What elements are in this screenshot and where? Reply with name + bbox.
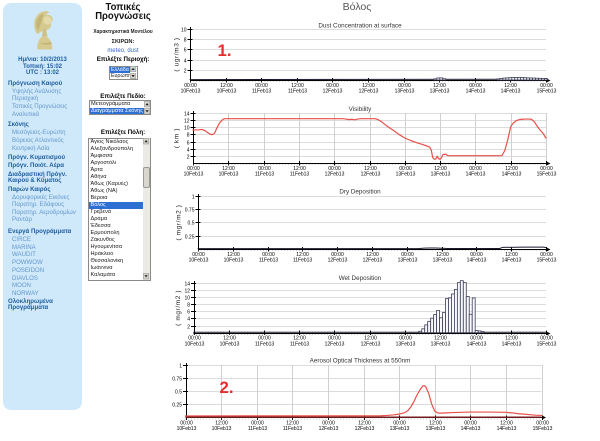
- svg-text:10: 10: [181, 27, 187, 33]
- svg-text:14Feb13: 14Feb13: [467, 258, 487, 264]
- svg-text:( ugr/m3 ): ( ugr/m3 ): [174, 37, 181, 71]
- svg-text:Dust Concentration at surface: Dust Concentration at surface: [318, 22, 402, 29]
- svg-text:2: 2: [187, 154, 190, 160]
- svg-text:11Feb13: 11Feb13: [252, 89, 272, 95]
- svg-text:12Feb13: 12Feb13: [361, 341, 381, 347]
- svg-text:( mgr/m2 ): ( mgr/m2 ): [176, 205, 183, 241]
- svg-text:11Feb13: 11Feb13: [255, 172, 275, 178]
- svg-text:Visibility: Visibility: [349, 106, 372, 113]
- svg-text:11Feb13: 11Feb13: [293, 258, 313, 264]
- svg-text:12Feb13: 12Feb13: [323, 89, 343, 95]
- svg-text:12: 12: [184, 118, 190, 124]
- svg-text:6: 6: [187, 309, 190, 315]
- svg-text:14: 14: [184, 281, 190, 287]
- svg-text:1.: 1.: [218, 41, 232, 60]
- svg-text:13Feb13: 13Feb13: [395, 89, 415, 95]
- svg-text:0.75: 0.75: [185, 207, 195, 213]
- svg-text:11Feb13: 11Feb13: [283, 426, 303, 432]
- svg-text:12Feb13: 12Feb13: [328, 258, 348, 264]
- svg-text:0.75: 0.75: [172, 376, 182, 382]
- svg-text:0.25: 0.25: [172, 402, 182, 408]
- svg-text:14Feb13: 14Feb13: [461, 426, 481, 432]
- svg-text:13Feb13: 13Feb13: [396, 341, 416, 347]
- svg-text:10Feb13: 10Feb13: [219, 172, 239, 178]
- svg-text:Dry Deposition: Dry Deposition: [339, 189, 381, 196]
- svg-text:15Feb13: 15Feb13: [537, 341, 557, 347]
- svg-text:13Feb13: 13Feb13: [390, 426, 410, 432]
- svg-text:12Feb13: 12Feb13: [361, 172, 381, 178]
- svg-text:11Feb13: 11Feb13: [290, 341, 310, 347]
- svg-text:8: 8: [187, 302, 190, 308]
- svg-text:12Feb13: 12Feb13: [355, 426, 375, 432]
- svg-text:6: 6: [184, 47, 187, 53]
- svg-text:14Feb13: 14Feb13: [502, 172, 522, 178]
- svg-text:( mgr/m2 ): ( mgr/m2 ): [175, 290, 182, 326]
- svg-text:11Feb13: 11Feb13: [259, 258, 279, 264]
- svg-text:8: 8: [187, 132, 190, 138]
- svg-text:Βόλος: Βόλος: [343, 1, 372, 13]
- svg-text:11Feb13: 11Feb13: [290, 172, 310, 178]
- svg-text:14Feb13: 14Feb13: [501, 89, 521, 95]
- svg-text:10Feb13: 10Feb13: [224, 258, 244, 264]
- svg-text:10Feb13: 10Feb13: [181, 89, 201, 95]
- svg-text:4: 4: [187, 316, 190, 322]
- svg-text:11Feb13: 11Feb13: [248, 426, 268, 432]
- svg-text:10Feb13: 10Feb13: [220, 341, 240, 347]
- svg-text:10Feb13: 10Feb13: [185, 341, 205, 347]
- svg-text:10Feb13: 10Feb13: [212, 426, 232, 432]
- svg-text:15Feb13: 15Feb13: [533, 426, 553, 432]
- svg-text:12Feb13: 12Feb13: [359, 89, 379, 95]
- svg-text:13Feb13: 13Feb13: [431, 172, 451, 178]
- svg-text:14Feb13: 14Feb13: [466, 172, 486, 178]
- svg-text:12Feb13: 12Feb13: [319, 426, 339, 432]
- svg-text:2.: 2.: [220, 378, 234, 397]
- svg-text:14Feb13: 14Feb13: [466, 89, 486, 95]
- svg-text:14Feb13: 14Feb13: [502, 258, 522, 264]
- svg-text:4: 4: [187, 147, 190, 153]
- svg-text:14Feb13: 14Feb13: [502, 341, 522, 347]
- svg-text:13Feb13: 13Feb13: [430, 89, 450, 95]
- svg-text:1: 1: [179, 363, 182, 369]
- svg-text:12: 12: [184, 288, 190, 294]
- svg-text:13Feb13: 13Feb13: [433, 258, 453, 264]
- svg-text:14: 14: [184, 111, 190, 117]
- svg-text:12Feb13: 12Feb13: [363, 258, 383, 264]
- svg-text:15Feb13: 15Feb13: [537, 258, 557, 264]
- svg-text:2: 2: [187, 324, 190, 330]
- svg-text:12Feb13: 12Feb13: [325, 341, 345, 347]
- svg-text:0.5: 0.5: [188, 220, 195, 226]
- svg-text:14Feb13: 14Feb13: [467, 341, 487, 347]
- svg-text:13Feb13: 13Feb13: [396, 172, 416, 178]
- svg-text:13Feb13: 13Feb13: [398, 258, 418, 264]
- svg-text:10Feb13: 10Feb13: [184, 172, 204, 178]
- svg-text:0.5: 0.5: [175, 389, 182, 395]
- svg-text:10: 10: [184, 125, 190, 131]
- svg-text:11Feb13: 11Feb13: [288, 89, 308, 95]
- svg-text:10Feb13: 10Feb13: [189, 258, 209, 264]
- svg-text:11Feb13: 11Feb13: [255, 341, 275, 347]
- svg-text:10Feb13: 10Feb13: [177, 426, 197, 432]
- svg-text:10: 10: [184, 295, 190, 301]
- svg-text:8: 8: [184, 37, 187, 43]
- svg-text:4: 4: [184, 58, 187, 64]
- svg-text:2: 2: [184, 68, 187, 74]
- svg-text:12Feb13: 12Feb13: [325, 172, 345, 178]
- svg-text:13Feb13: 13Feb13: [426, 426, 446, 432]
- svg-text:13Feb13: 13Feb13: [431, 341, 451, 347]
- svg-text:6: 6: [187, 140, 190, 146]
- svg-text:Aerosol Optical Thickness at 5: Aerosol Optical Thickness at 550nm: [310, 358, 411, 365]
- svg-text:15Feb13: 15Feb13: [537, 172, 557, 178]
- svg-text:1: 1: [192, 194, 195, 200]
- svg-text:15Feb13: 15Feb13: [537, 89, 557, 95]
- svg-text:14Feb13: 14Feb13: [497, 426, 517, 432]
- svg-text:Wet Deposition: Wet Deposition: [339, 275, 382, 282]
- svg-text:10Feb13: 10Feb13: [217, 89, 237, 95]
- svg-text:0.25: 0.25: [185, 234, 195, 240]
- svg-text:( km ): ( km ): [174, 128, 181, 148]
